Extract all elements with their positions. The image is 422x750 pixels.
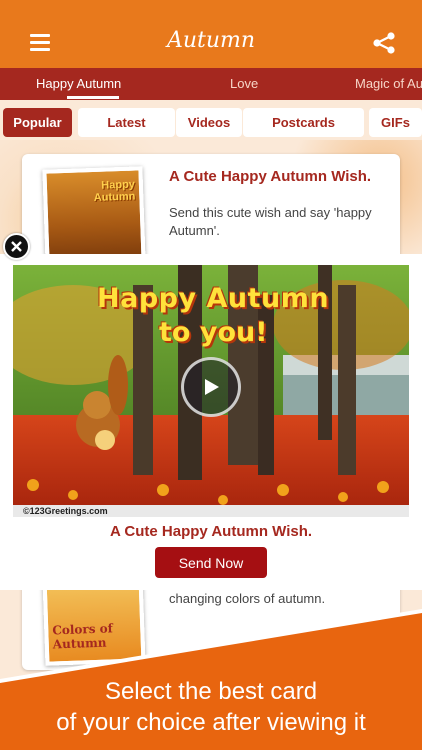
app-header: Autumn [0,0,422,68]
card-title: A Cute Happy Autumn Wish. [169,168,372,185]
filter-gifs[interactable]: GIFs [369,108,422,137]
popup-title: A Cute Happy Autumn Wish. [109,523,313,540]
play-icon [205,379,219,395]
promo-line-1: Select the best card [104,678,318,705]
hamburger-icon[interactable] [30,34,50,51]
promo-line-2: of your choice after viewing it [56,709,366,736]
filter-chips: Popular Latest Videos Postcards GIFs [0,104,422,140]
watermark: ©123Greetings.com [13,505,409,517]
list-item[interactable]: Colors of Autumn May your life blossom w… [22,573,400,670]
filter-postcards[interactable]: Postcards [243,108,364,137]
close-icon [11,241,22,252]
card-thumbnail: Happy Autumn [42,166,146,266]
share-icon[interactable] [372,32,396,54]
tab-happy-autumn[interactable]: Happy Autumn [36,76,121,91]
active-tab-indicator [67,96,119,99]
card-description: Send this cute wish and say 'happy Autum… [169,205,372,238]
tab-love[interactable]: Love [230,76,258,91]
preview-popup: Happy Autumn to you! ©123Greetings.com A… [0,254,422,590]
page-title: Autumn [166,27,256,53]
video-player[interactable]: Happy Autumn to you! ©123Greetings.com [13,265,409,517]
category-tabs: Happy Autumn Love Magic of Au [0,68,422,100]
list-item[interactable]: Happy Autumn A Cute Happy Autumn Wish. S… [22,154,400,266]
tab-magic-of-autumn[interactable]: Magic of Au [355,76,422,91]
video-greeting-line2: to you! [159,317,268,348]
video-greeting-line1: Happy Autumn [97,283,330,314]
play-button[interactable] [181,357,241,417]
send-now-button[interactable]: Send Now [155,547,267,578]
filter-videos[interactable]: Videos [176,108,242,137]
close-popup-button[interactable] [3,233,30,260]
filter-latest[interactable]: Latest [78,108,175,137]
promo-banner-text: Select the best card of your choice afte… [0,676,422,738]
filter-popular[interactable]: Popular [3,108,72,137]
